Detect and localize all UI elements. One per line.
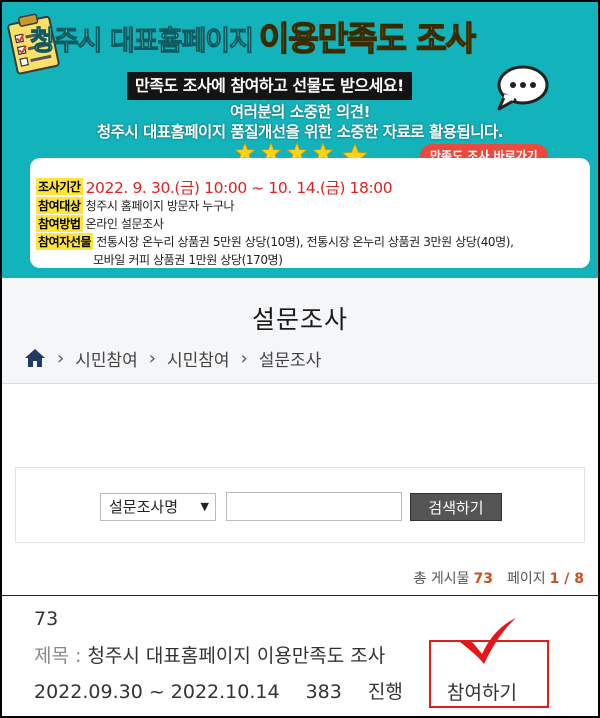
target-row: 참여대상 청주시 홈페이지 방문자 누구나 [36,197,235,214]
page-title: 설문조사 [251,305,348,334]
item-title-label: 제목 : [34,645,82,667]
item-info-row: 2022.09.30 ~ 2022.10.14 383 진행 [34,677,429,704]
page-indicator: 1 / 8 [549,571,584,587]
banner-subtitle: 만족도 조사에 참여하고 선물도 받으세요! [127,72,412,100]
join-button[interactable]: 참여하기 [447,678,517,705]
banner-title: 청주시 대표홈페이지 이용만족도 조사 [30,12,477,60]
gift-row: 참여자선물 전통시장 온누리 상품권 5만원 상당(10명), 전통시장 온누리 … [36,233,514,250]
banner-title-white: 청주시 대표홈페이지 [30,26,255,58]
breadcrumb: › 시민참여 › 시민참여 › 설문조사 [24,346,322,371]
search-field-select[interactable]: 설문조사명 ▼ [100,493,216,521]
search-field-value: 설문조사명 [109,498,179,516]
total-label: 총 게시물 [413,571,470,587]
list-meta: 총 게시물 73 페이지 1 / 8 [414,568,584,588]
checkmark-icon [460,618,516,664]
method-row: 참여방법 온라인 설문조사 [36,215,164,232]
target-label: 참여대상 [36,197,83,214]
gift-value-1: 전통시장 온누리 상품권 5만원 상당(10명), 전통시장 온누리 상품권 3… [96,235,514,249]
gift-label: 참여자선물 [36,233,94,250]
method-label: 참여방법 [36,215,83,232]
item-number: 73 [34,608,59,630]
period-value: 2022. 9. 30.(금) 10:00 ~ 10. 14.(금) 18:00 [85,179,393,197]
search-input[interactable] [226,492,402,521]
period-label: 조사기간 [36,178,83,195]
total-count: 73 [473,571,494,587]
chevron-right-icon: › [57,347,65,369]
method-value: 온라인 설문조사 [85,217,164,231]
home-icon[interactable] [24,348,46,368]
banner-info-card: 조사기간 2022. 9. 30.(금) 10:00 ~ 10. 14.(금) 1… [30,158,590,268]
header-divider [2,383,598,384]
target-value: 청주시 홈페이지 방문자 누구나 [85,199,235,213]
list-top-border [2,595,598,596]
banner-line-2: 청주시 대표홈페이지 품질개선을 위한 소중한 자료로 활용됩니다. [96,123,504,141]
survey-banner[interactable]: 청주시 대표홈페이지 이용만족도 조사 만족도 조사에 참여하고 선물도 받으세요… [2,2,598,278]
period-row: 조사기간 2022. 9. 30.(금) 10:00 ~ 10. 14.(금) 1… [36,176,393,198]
search-button[interactable]: 검색하기 [410,493,502,521]
page-frame: 청주시 대표홈페이지 이용만족도 조사 만족도 조사에 참여하고 선물도 받으세요… [0,0,600,718]
item-status: 진행 [367,681,403,703]
item-title[interactable]: 청주시 대표홈페이지 이용만족도 조사 [87,645,385,667]
page-label: 페이지 [507,571,546,587]
item-title-row[interactable]: 제목 : 청주시 대표홈페이지 이용만족도 조사 [34,641,385,668]
banner-title-yellow: 이용만족도 조사 [258,18,477,59]
item-period: 2022.09.30 ~ 2022.10.14 [34,681,280,703]
item-count: 383 [305,681,342,703]
breadcrumb-item-3[interactable]: 설문조사 [259,346,322,371]
gift-row-2: 모바일 커피 상품권 1만원 상당(170명) [93,253,283,267]
breadcrumb-item-2[interactable]: 시민참여 [167,346,230,371]
chevron-right-icon: › [148,347,156,369]
banner-line-1: 여러분의 소중한 의견! [229,103,371,121]
breadcrumb-item-1[interactable]: 시민참여 [75,346,138,371]
chevron-right-icon: › [240,347,248,369]
caret-down-icon: ▼ [200,500,209,513]
